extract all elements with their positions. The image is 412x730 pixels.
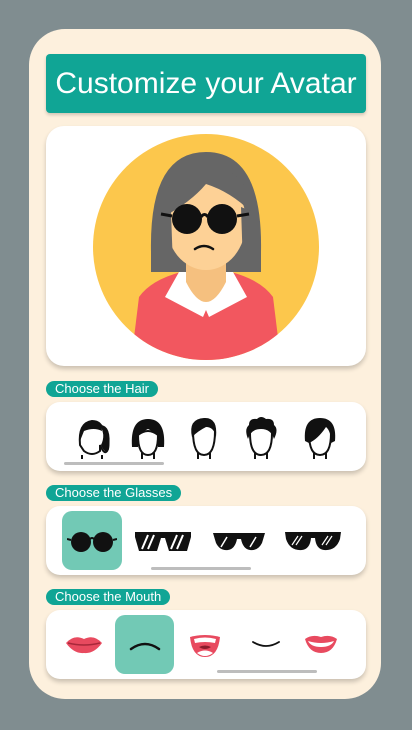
ponytail-hair-icon	[78, 419, 110, 459]
wayfarer-sunglasses-option[interactable]	[283, 511, 343, 570]
smile-line-icon	[252, 641, 280, 647]
round-glasses-icon	[67, 531, 117, 552]
open-mouth-icon	[190, 634, 220, 657]
curly-hair-option[interactable]	[232, 408, 290, 466]
avatar-image	[93, 134, 319, 360]
lips-option[interactable]	[55, 615, 113, 673]
avatar-preview	[46, 126, 366, 366]
glasses-section-label: Choose the Glasses	[46, 485, 182, 501]
frown-mouth-option[interactable]	[115, 615, 174, 674]
smile-line-option[interactable]	[237, 615, 295, 673]
side-swept-hair-option[interactable]	[291, 408, 349, 466]
open-mouth-option[interactable]	[175, 615, 235, 674]
bob-hair-option[interactable]	[119, 408, 177, 466]
smile-lips-option[interactable]	[292, 615, 350, 673]
mouth-options	[46, 610, 366, 679]
smile-lips-icon	[305, 635, 337, 653]
hair-scrollbar[interactable]	[64, 462, 164, 465]
short-hair-option[interactable]	[175, 408, 233, 466]
glasses-options	[46, 506, 366, 575]
striped-sunglasses-icon	[135, 531, 191, 551]
ponytail-hair-option[interactable]	[63, 408, 121, 466]
wayfarer-sunglasses-icon	[285, 531, 341, 550]
hair-options	[46, 402, 366, 471]
customizer-card: Customize your Avatar Choose the Hair Ch…	[29, 29, 381, 699]
page-title: Customize your Avatar	[46, 54, 366, 113]
mouth-section-label: Choose the Mouth	[46, 589, 171, 605]
side-swept-hair-icon	[304, 418, 336, 459]
curly-hair-icon	[246, 417, 277, 459]
aviator-sunglasses-icon	[213, 532, 265, 550]
short-hair-icon	[191, 417, 217, 459]
frown-mouth-icon	[129, 642, 160, 650]
glasses-scrollbar[interactable]	[151, 567, 251, 570]
striped-sunglasses-option[interactable]	[133, 511, 193, 570]
round-glasses-option[interactable]	[62, 511, 122, 570]
bob-hair-icon	[131, 419, 165, 459]
mouth-scrollbar[interactable]	[217, 670, 317, 673]
lips-icon	[66, 637, 102, 654]
hair-section-label: Choose the Hair	[46, 381, 158, 397]
aviator-sunglasses-option[interactable]	[209, 511, 269, 570]
